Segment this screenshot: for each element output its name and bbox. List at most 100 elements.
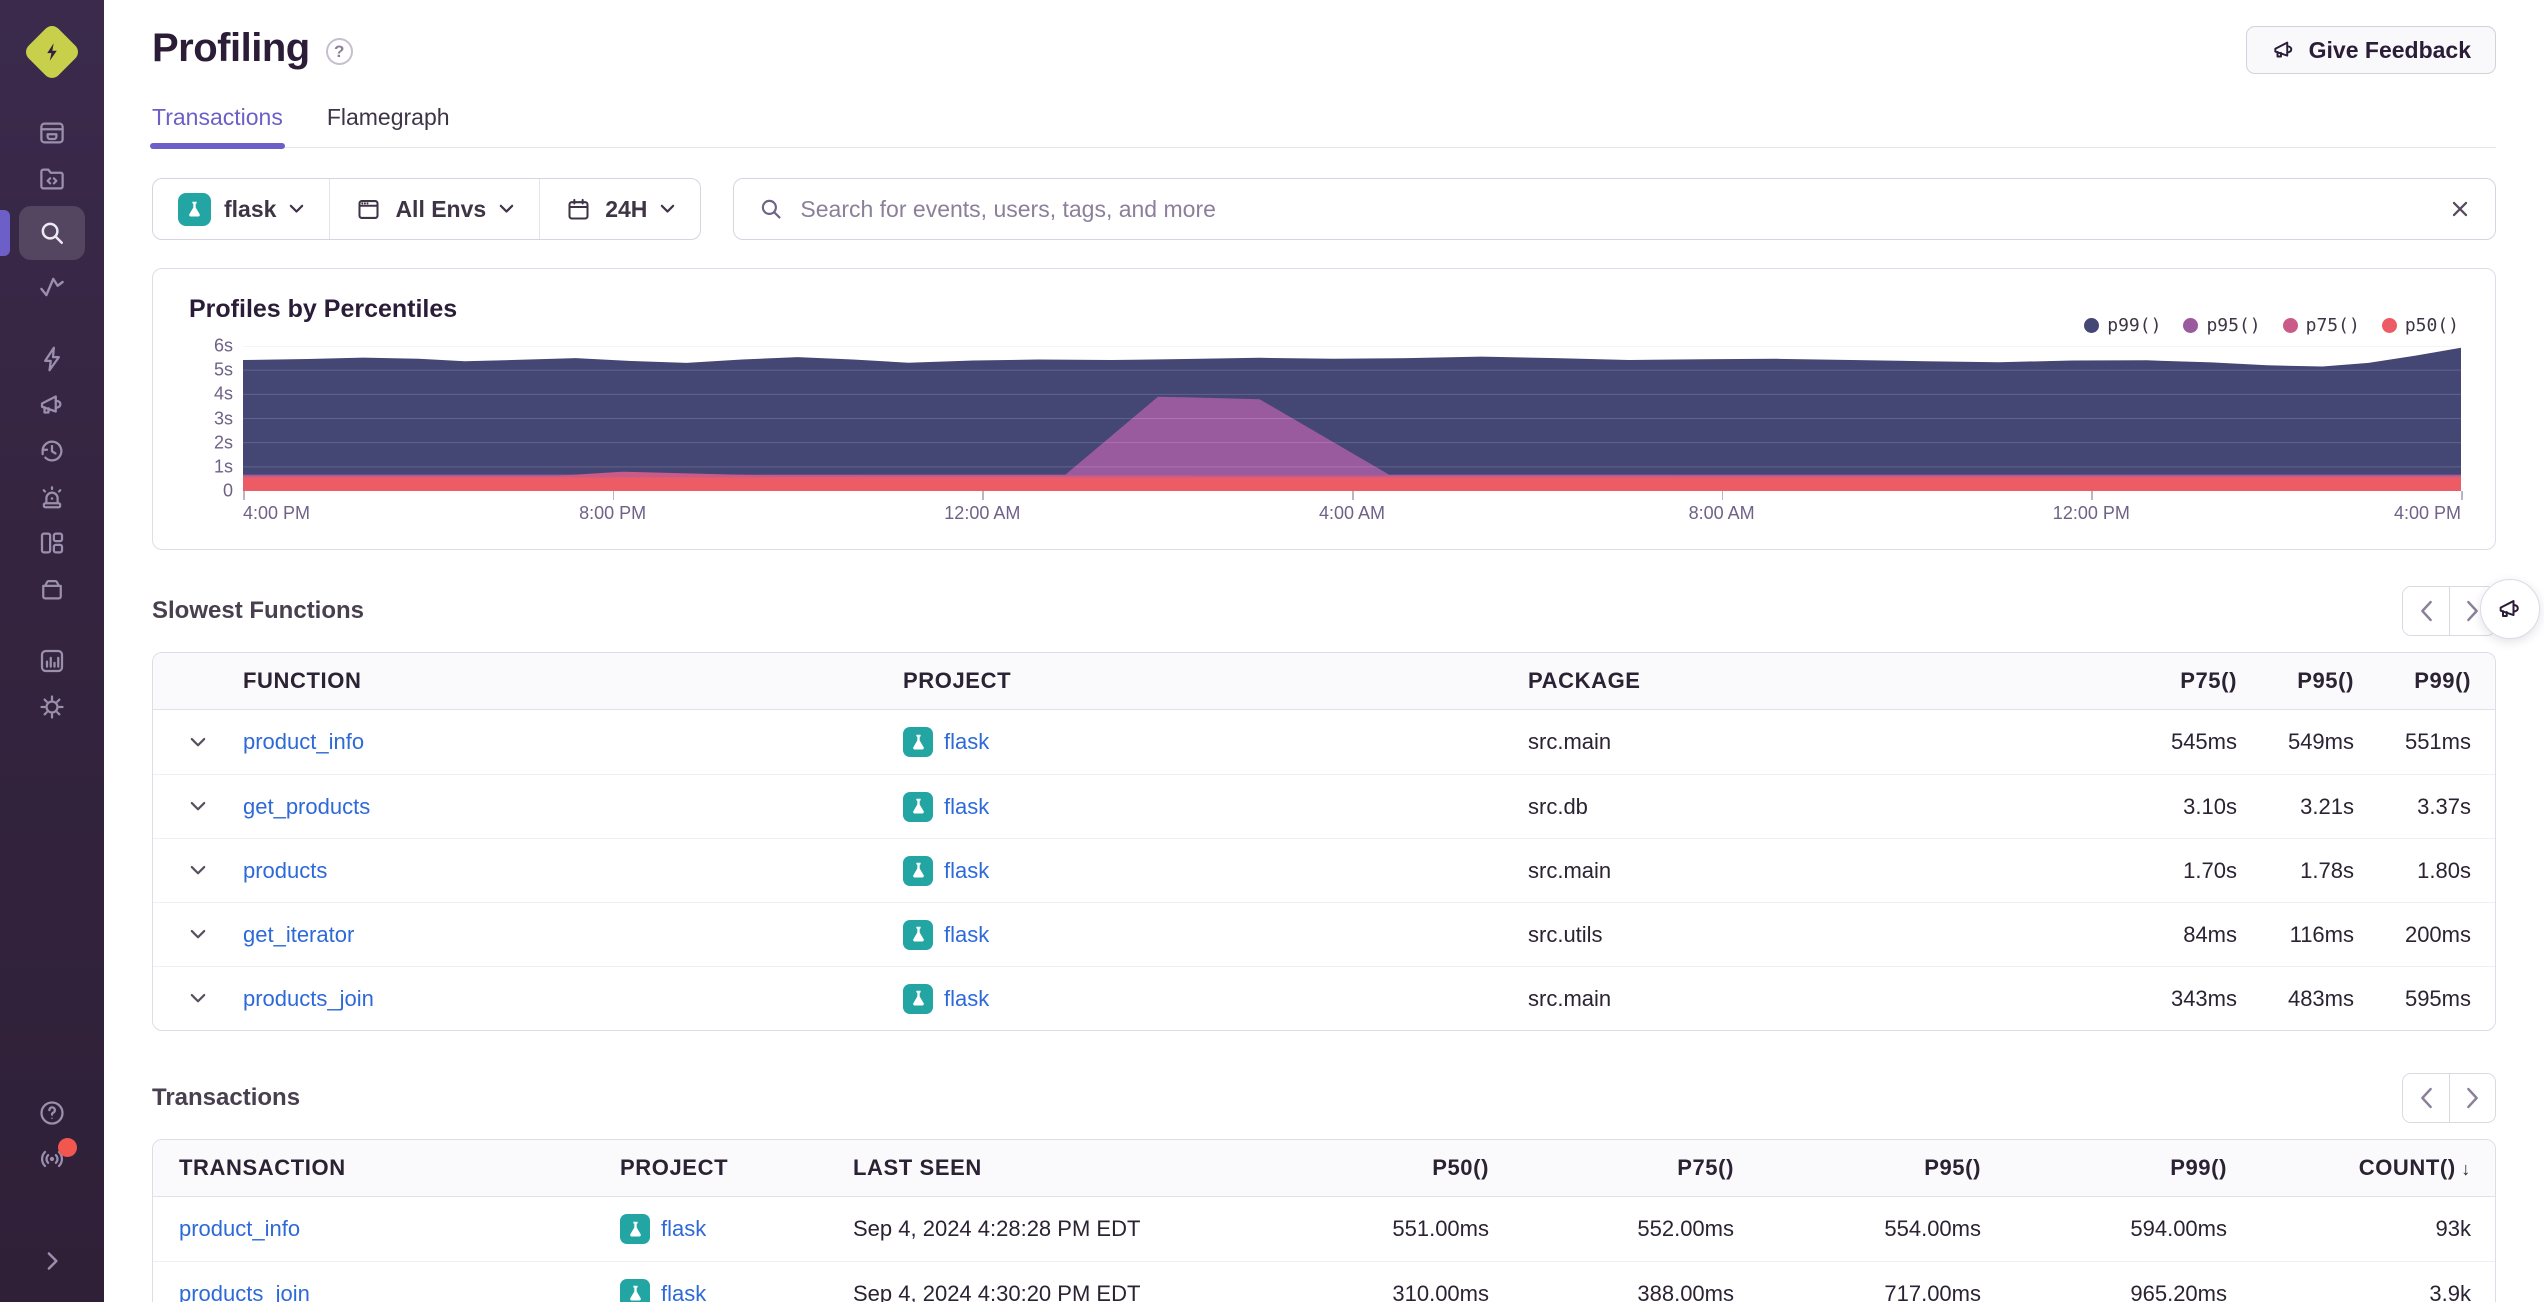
column-header-project[interactable]: PROJECT	[620, 1155, 853, 1181]
prev-page-button[interactable]	[2403, 1074, 2449, 1122]
profiles-by-percentiles-panel: Profiles by Percentiles p99() p95() p75() p…	[152, 268, 2496, 550]
expand-row-button[interactable]	[153, 737, 243, 748]
p50-value: 310.00ms	[1392, 1280, 1489, 1302]
y-axis-label: 2s	[213, 432, 233, 453]
p99-value: 595ms	[2404, 985, 2471, 1011]
sidebar-item-replays[interactable]	[19, 428, 85, 474]
function-link[interactable]: products_join	[243, 986, 374, 1011]
clear-search-icon[interactable]	[2449, 198, 2471, 220]
sidebar-item-performance[interactable]	[19, 264, 85, 310]
environment-filter[interactable]: All Envs	[329, 179, 539, 239]
column-header-p50[interactable]: P50()	[1244, 1155, 1489, 1181]
sentry-logo[interactable]	[20, 20, 84, 84]
function-link[interactable]: product_info	[243, 729, 364, 754]
project-link[interactable]: flask	[944, 922, 989, 948]
tab-bar: Transactions Flamegraph	[150, 104, 2496, 149]
column-header-p95[interactable]: P95()	[1734, 1155, 1981, 1181]
prev-page-button[interactable]	[2403, 587, 2449, 635]
transaction-cell: products_join	[179, 1281, 620, 1302]
search-input[interactable]	[800, 195, 2433, 223]
column-header-lastseen[interactable]: LAST SEEN	[853, 1155, 1244, 1181]
package-cell: src.main	[1528, 985, 1612, 1011]
project-cell: flask	[903, 855, 1528, 886]
column-header-transaction[interactable]: TRANSACTION	[179, 1155, 620, 1181]
column-header-p99[interactable]: P99()	[1981, 1155, 2227, 1181]
column-header-package[interactable]: PACKAGE	[1528, 668, 2120, 694]
column-header-p75[interactable]: P75()	[1489, 1155, 1734, 1181]
legend-item-p75[interactable]: p75()	[2282, 315, 2360, 336]
column-header-function[interactable]: FUNCTION	[243, 668, 903, 694]
title-help-icon[interactable]: ?	[325, 38, 353, 65]
sidebar-item-dashboards[interactable]	[19, 520, 85, 566]
project-link[interactable]: flask	[944, 858, 989, 884]
floating-feedback-button[interactable]	[2480, 579, 2540, 639]
chevron-down-icon	[290, 204, 304, 213]
y-axis-label: 3s	[213, 408, 233, 428]
project-cell: flask	[903, 983, 1528, 1014]
transactions-title: Transactions	[152, 1084, 301, 1111]
legend-label: p50()	[2404, 315, 2459, 336]
column-header-label: COUNT()	[2358, 1155, 2456, 1180]
megaphone-icon	[2499, 600, 2519, 617]
transaction-link[interactable]: product_info	[179, 1216, 300, 1241]
function-cell: products_join	[243, 986, 903, 1012]
column-header-p75[interactable]: P75()	[2120, 668, 2237, 694]
chart-plot-area[interactable]	[243, 346, 2461, 491]
page-filter-bar: flask All Envs 24H	[152, 178, 702, 240]
flask-project-icon	[903, 791, 933, 822]
sidebar-item-alerts[interactable]	[19, 474, 85, 520]
sidebar-item-settings[interactable]	[19, 684, 85, 730]
sidebar-item-help[interactable]	[19, 1090, 85, 1136]
function-link[interactable]: get_iterator	[243, 922, 354, 947]
project-filter[interactable]: flask	[153, 179, 329, 239]
legend-item-p95[interactable]: p95()	[2183, 315, 2261, 336]
sidebar-item-search[interactable]	[0, 206, 85, 260]
p95-value: 116ms	[2289, 921, 2354, 947]
tab-flamegraph[interactable]: Flamegraph	[327, 104, 450, 147]
legend-item-p99[interactable]: p99()	[2084, 315, 2161, 336]
sort-desc-icon: ↓	[2455, 1159, 2471, 1179]
sidebar-expand-button[interactable]	[19, 1238, 85, 1284]
project-link[interactable]: flask	[944, 986, 989, 1012]
megaphone-icon	[2273, 41, 2292, 58]
function-link[interactable]: products	[243, 858, 327, 883]
tab-transactions[interactable]: Transactions	[150, 104, 285, 149]
legend-item-p50[interactable]: p50()	[2381, 315, 2459, 336]
expand-row-button[interactable]	[153, 865, 243, 876]
date-range-filter[interactable]: 24H	[539, 179, 700, 239]
sidebar-item-lightning[interactable]	[19, 336, 85, 382]
column-header-project[interactable]: PROJECT	[903, 668, 1528, 694]
search-icon	[41, 222, 63, 244]
next-page-button[interactable]	[2449, 1074, 2495, 1122]
project-link[interactable]: flask	[661, 1216, 706, 1242]
count-value: 93k	[2435, 1216, 2471, 1241]
sidebar-item-issues[interactable]	[19, 110, 85, 156]
sidebar-item-projects[interactable]	[19, 156, 85, 202]
folder-code-icon	[40, 168, 64, 190]
flask-project-icon	[903, 727, 933, 757]
project-link[interactable]: flask	[944, 729, 989, 755]
expand-row-button[interactable]	[153, 929, 243, 940]
expand-row-button[interactable]	[153, 801, 243, 812]
flask-project-icon	[178, 192, 211, 226]
p95-value: 483ms	[2287, 985, 2354, 1011]
column-header-p95[interactable]: P95()	[2237, 668, 2354, 694]
project-link[interactable]: flask	[661, 1281, 706, 1302]
column-header-p99[interactable]: P99()	[2354, 668, 2471, 694]
project-link[interactable]: flask	[944, 794, 989, 820]
last-seen-cell: Sep 4, 2024 4:28:28 PM EDT	[853, 1216, 1141, 1241]
function-link[interactable]: get_products	[243, 794, 370, 819]
expand-row-button[interactable]	[153, 993, 243, 1004]
x-axis-label: 8:00 PM	[579, 503, 647, 523]
p95-value: 3.21s	[2300, 793, 2354, 819]
transactions-pagination	[2402, 1073, 2496, 1123]
transaction-link[interactable]: products_join	[179, 1281, 310, 1302]
sidebar-item-whats-new[interactable]	[19, 1136, 85, 1182]
sidebar-item-releases[interactable]	[19, 566, 85, 612]
column-header-count[interactable]: COUNT() ↓	[2227, 1155, 2471, 1181]
sidebar-item-feedback[interactable]	[19, 382, 85, 428]
give-feedback-button[interactable]: Give Feedback	[2245, 26, 2496, 74]
p50-value: 551.00ms	[1392, 1216, 1489, 1241]
chevron-down-icon	[499, 204, 514, 213]
sidebar-item-stats[interactable]	[19, 638, 85, 684]
